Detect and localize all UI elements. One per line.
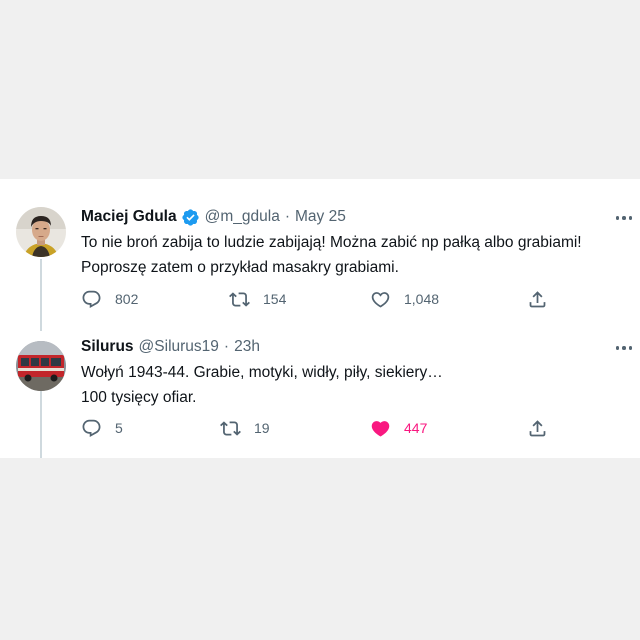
tweet-text-line: Poproszę zatem o przykład masakry grabia…	[81, 259, 399, 276]
tweet-text: To nie broń zabija to ludzie zabijają! M…	[81, 230, 629, 280]
avatar[interactable]	[16, 207, 66, 257]
tweet-text-line: To nie broń zabija to ludzie zabijają! M…	[81, 234, 582, 251]
author-handle[interactable]: @Silurus19	[139, 337, 219, 357]
tweet-thread: Maciej Gdula @m_gdula · May 25 To nie br…	[0, 179, 640, 458]
like-count: 447	[404, 420, 428, 436]
retweet-icon	[229, 291, 250, 307]
separator-dot: ·	[223, 338, 230, 355]
reply-icon	[82, 419, 101, 437]
reply-button[interactable]: 802	[81, 287, 138, 311]
tweet-text: Wołyń 1943-44. Grabie, motyki, widły, pi…	[81, 360, 629, 410]
author-handle[interactable]: @m_gdula	[205, 207, 280, 227]
retweet-count: 19	[254, 420, 270, 436]
like-button[interactable]: 447	[370, 416, 427, 440]
reply-button[interactable]: 5	[81, 416, 123, 440]
tweet-header: Maciej Gdula @m_gdula · May 25	[81, 207, 346, 227]
tweet-actions: 802 154 1,048	[0, 287, 640, 311]
heart-icon	[371, 291, 390, 308]
retweet-icon	[220, 420, 241, 436]
separator-dot: ·	[284, 208, 290, 225]
heart-icon	[371, 420, 390, 437]
share-button[interactable]	[527, 416, 548, 440]
retweet-button[interactable]: 19	[220, 416, 270, 440]
tweet-timestamp[interactable]: May 25	[295, 207, 346, 227]
share-icon	[529, 419, 546, 436]
more-options-icon[interactable]	[614, 338, 634, 358]
tweet-header: Silurus @Silurus19 · 23h	[81, 337, 260, 357]
author-name[interactable]: Maciej Gdula	[81, 207, 177, 227]
share-icon	[529, 290, 546, 307]
author-name[interactable]: Silurus	[81, 337, 134, 357]
tweet-reply[interactable]: Silurus @Silurus19 · 23h Wołyń 1943-44. …	[0, 309, 640, 458]
tweet-original[interactable]: Maciej Gdula @m_gdula · May 25 To nie br…	[0, 179, 640, 331]
avatar[interactable]	[16, 341, 66, 391]
share-button[interactable]	[527, 287, 548, 311]
like-button[interactable]: 1,048	[370, 287, 439, 311]
tweet-timestamp[interactable]: 23h	[234, 337, 260, 357]
verified-badge-icon	[181, 208, 200, 227]
tweet-actions: 5 19 447	[0, 416, 640, 440]
reply-count: 5	[115, 420, 123, 436]
reply-icon	[82, 290, 101, 308]
retweet-count: 154	[263, 291, 287, 307]
thread-connector-line	[40, 391, 42, 458]
more-options-icon[interactable]	[614, 208, 634, 228]
thread-connector-line	[40, 259, 42, 325]
tweet-text-line: Wołyń 1943-44. Grabie, motyki, widły, pi…	[81, 364, 443, 381]
tweet-text-line: 100 tysięcy ofiar.	[81, 389, 197, 406]
retweet-button[interactable]: 154	[229, 287, 286, 311]
like-count: 1,048	[404, 291, 440, 307]
reply-count: 802	[115, 291, 139, 307]
